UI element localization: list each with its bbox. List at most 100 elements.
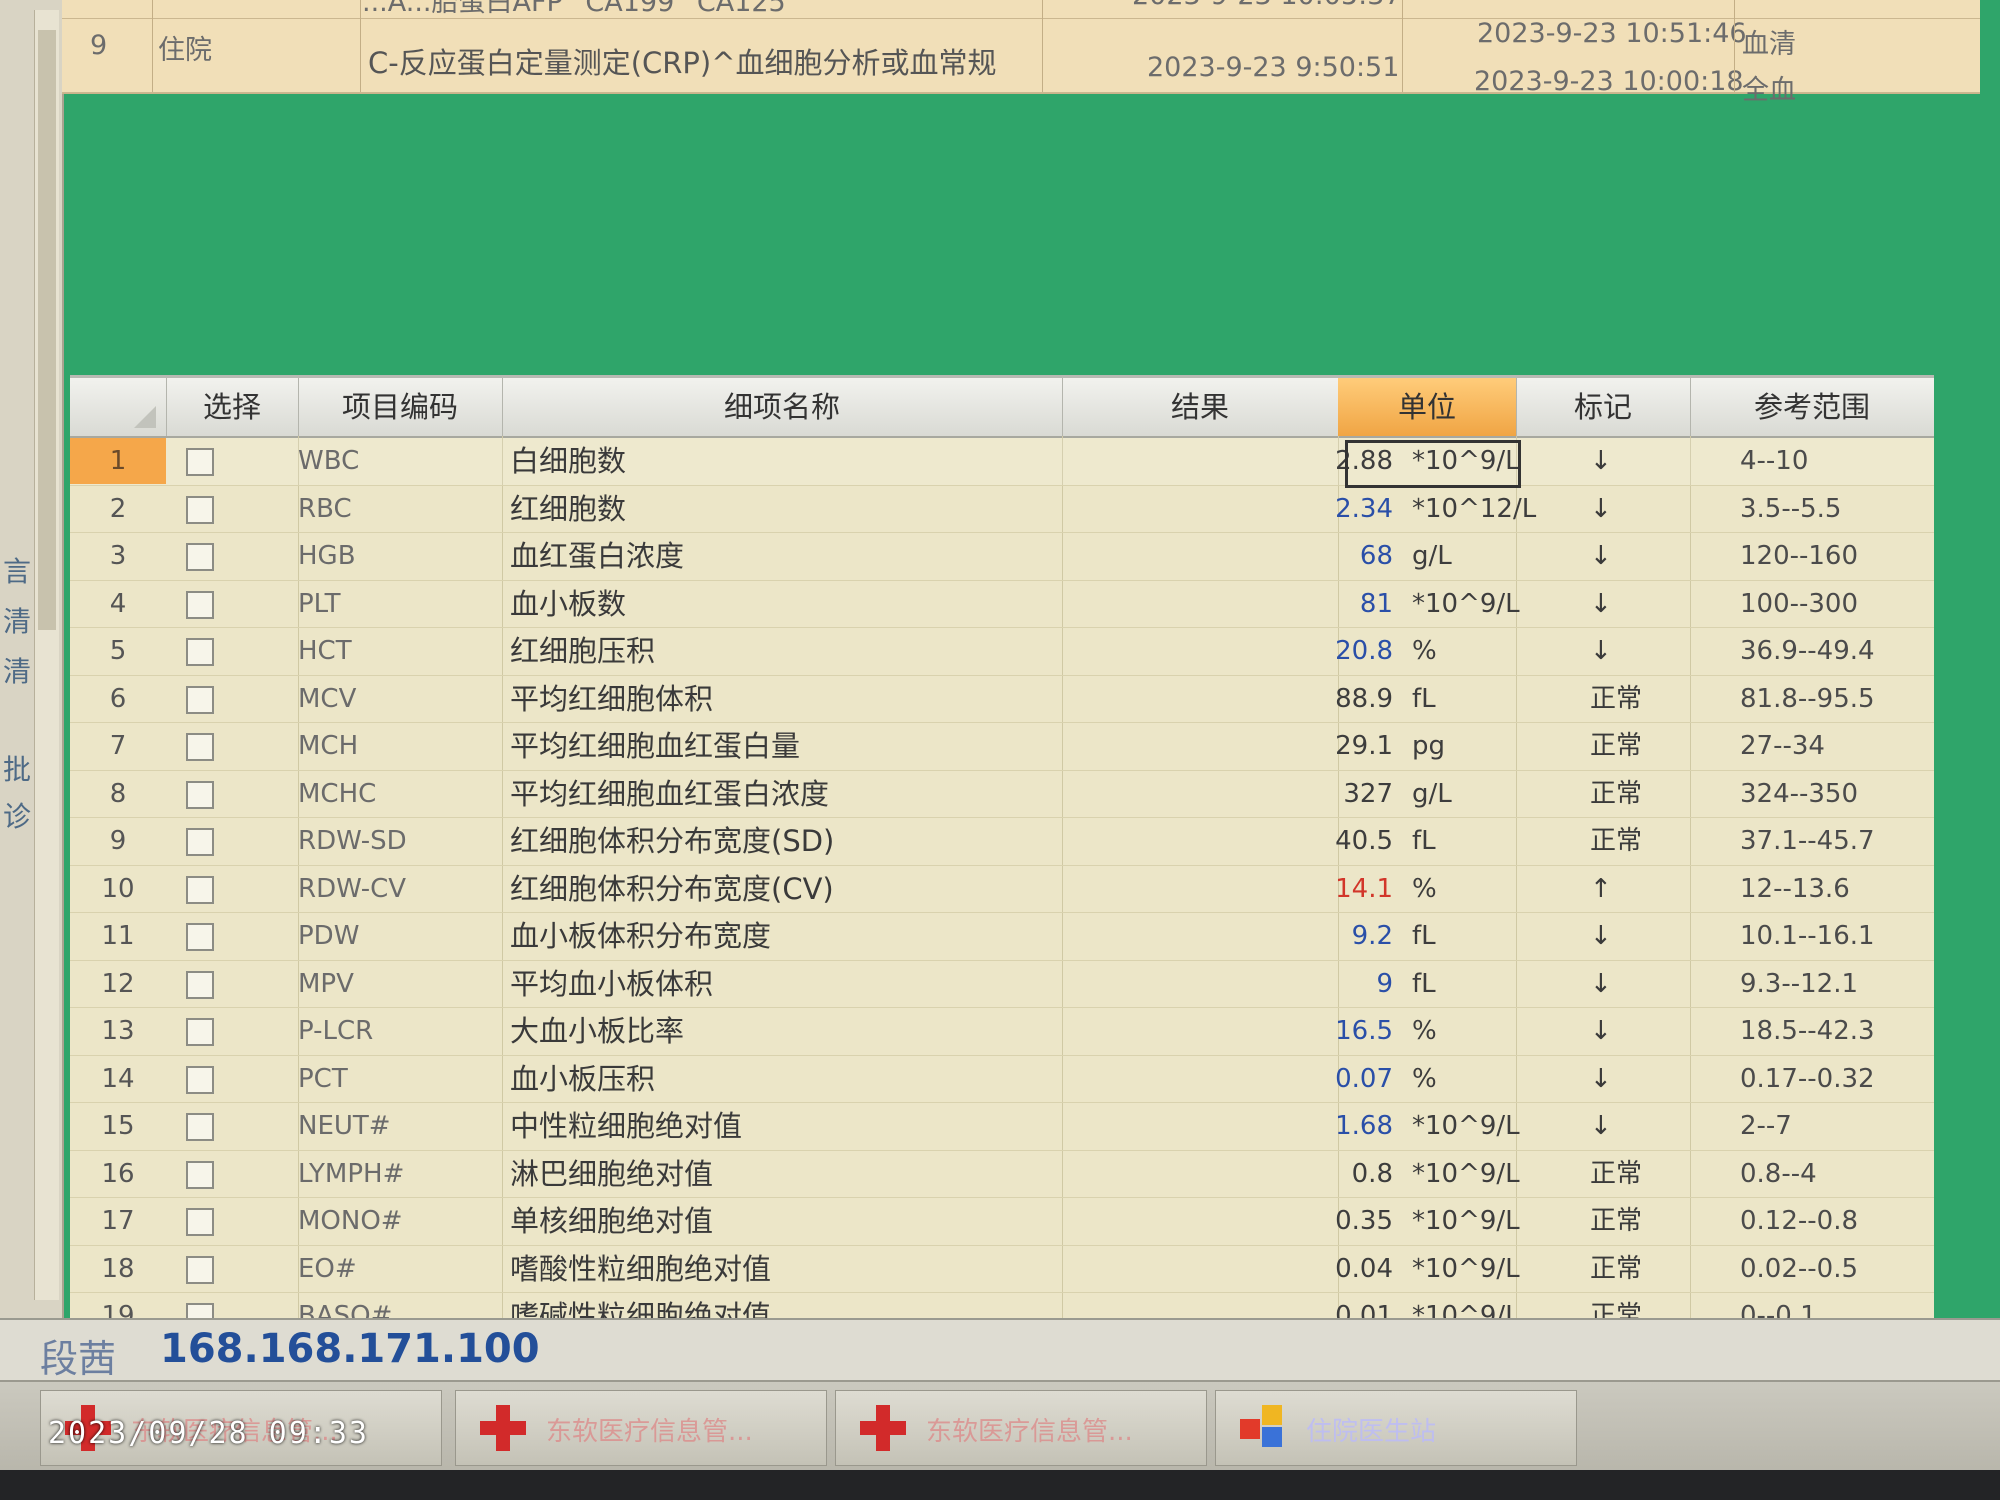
table-row[interactable]: 12 MPV 平均血小板体积 9 fL ↓ 9.3--12.1	[70, 961, 1934, 1008]
table-row[interactable]: 6 MCV 平均红细胞体积 88.9 fL 正常 81.8--95.5	[70, 676, 1934, 723]
unit-value: %	[1412, 1063, 1437, 1094]
result-value: 29.1	[1335, 731, 1393, 761]
table-row[interactable]: 15 NEUT# 中性粒细胞绝对值 1.68 *10^9/L ↓ 2--7	[70, 1103, 1934, 1151]
left-scrollbar[interactable]	[34, 10, 59, 1300]
taskbar-item[interactable]: 东软医疗信息管...	[835, 1390, 1207, 1466]
item-name: 红细胞数	[510, 491, 627, 526]
result-value: 68	[1359, 541, 1393, 571]
unit-value: *10^9/L	[1412, 1111, 1520, 1141]
table-row[interactable]: 13 P-LCR 大血小板比率 16.5% ↓ 18.5--42.3	[70, 1008, 1934, 1056]
checkbox[interactable]	[186, 495, 214, 524]
checkbox[interactable]	[186, 1065, 214, 1094]
checkbox[interactable]	[186, 1113, 214, 1141]
row-index: 15	[101, 1111, 135, 1141]
row-select[interactable]	[166, 676, 274, 722]
row-select[interactable]	[166, 1008, 274, 1054]
header-result[interactable]: 结果	[1062, 378, 1339, 436]
item-code: MONO#	[298, 1206, 403, 1236]
header-unit[interactable]: 单位	[1338, 378, 1517, 436]
taskbar-item[interactable]: 东软医疗信息管...	[455, 1390, 827, 1466]
table-row[interactable]: 16 LYMPH# 淋巴细胞绝对值 0.8 *10^9/L 正常 0.8--4	[70, 1151, 1934, 1198]
item-code: PDW	[298, 921, 360, 951]
checkbox[interactable]	[186, 970, 214, 999]
medical-cross-icon	[480, 1405, 526, 1451]
row-select[interactable]	[166, 581, 274, 627]
checkbox[interactable]	[186, 638, 214, 666]
checkbox[interactable]	[186, 543, 214, 571]
checkbox[interactable]	[186, 1018, 214, 1046]
row-select[interactable]	[166, 723, 274, 769]
row-select[interactable]	[166, 1056, 274, 1102]
row-select[interactable]	[166, 1246, 274, 1292]
table-row[interactable]: 2 RBC 红细胞数 2.34 *10^12/L ↓ 3.5--5.5	[70, 486, 1934, 533]
table-row[interactable]: 8 MCHC 平均红细胞血红蛋白浓度 327 g/L 正常 324--350	[70, 771, 1934, 818]
selected-cell-outline[interactable]	[1345, 440, 1521, 488]
table-row[interactable]: 7 MCH 平均红细胞血红蛋白量 29.1 pg 正常 27--34	[70, 723, 1934, 771]
header-flag[interactable]: 标记	[1516, 378, 1691, 436]
checkbox[interactable]	[186, 590, 214, 619]
row-select[interactable]	[166, 1151, 274, 1197]
checkbox[interactable]	[186, 1208, 214, 1236]
unit-value: fL	[1412, 921, 1436, 951]
item-code: RDW-SD	[298, 826, 407, 856]
checkbox[interactable]	[186, 685, 214, 714]
checkbox[interactable]	[186, 828, 214, 856]
row-select[interactable]	[166, 771, 274, 817]
item-name: 嗜碱性粒细胞绝对值	[510, 1299, 772, 1318]
table-row[interactable]: 3 HGB 血红蛋白浓度 68 g/L ↓ 120--160	[70, 533, 1934, 581]
scrollbar-thumb[interactable]	[38, 30, 56, 630]
row-select[interactable]	[166, 1293, 274, 1318]
checkbox[interactable]	[186, 1255, 214, 1284]
table-row[interactable]: 4 PLT 血小板数 81 *10^9/L ↓ 100--300	[70, 581, 1934, 628]
table-row[interactable]: 1 WBC 白细胞数 2.88 *10^9/L ↓ 4--10	[70, 438, 1934, 488]
row-select[interactable]	[166, 438, 274, 484]
taskbar-item[interactable]: 住院医生站	[1215, 1390, 1577, 1466]
grid-corner[interactable]	[70, 378, 167, 436]
item-name: 平均红细胞血红蛋白浓度	[510, 776, 830, 811]
header-code[interactable]: 项目编码	[298, 378, 503, 436]
checkbox[interactable]	[186, 923, 214, 951]
result-value: 20.8	[1335, 636, 1393, 666]
table-row[interactable]: 18 EO# 嗜酸性粒细胞绝对值 0.04 *10^9/L 正常 0.02--0.5	[70, 1246, 1934, 1293]
row-select[interactable]	[166, 1103, 274, 1149]
table-row[interactable]: 9 RDW-SD 红细胞体积分布宽度(SD) 40.5 fL 正常 37.1--45.7	[70, 818, 1934, 866]
order-row[interactable]: ...A...胎蛋白AFP^CA199^CA125 2023-9-23 10:0…	[62, 0, 1980, 19]
table-row[interactable]: 19 BASO# 嗜碱性粒细胞绝对值 0.01 *10^9/L 正常 0--0.1	[70, 1293, 1934, 1318]
row-select[interactable]	[166, 961, 274, 1007]
order-row-9[interactable]: 9 住院 C-反应蛋白定量测定(CRP)^血细胞分析或血常规 2023-9-23…	[62, 18, 1980, 106]
checkbox[interactable]	[186, 448, 214, 476]
flag-value: ↑	[1590, 873, 1612, 904]
header-name[interactable]: 细项名称	[502, 378, 1063, 436]
row-select[interactable]	[166, 533, 274, 579]
row-select[interactable]	[166, 866, 274, 912]
item-name: 红细胞压积	[510, 634, 656, 668]
table-row[interactable]: 17 MONO# 单核细胞绝对值 0.35 *10^9/L 正常 0.12--0.8	[70, 1198, 1934, 1246]
row-select[interactable]	[166, 628, 274, 674]
row-index: 3	[109, 541, 127, 571]
table-row[interactable]: 5 HCT 红细胞压积 20.8% ↓ 36.9--49.4	[70, 628, 1934, 676]
taskbar-label: 东软医疗信息管...	[546, 1417, 753, 1447]
order-index: 9	[90, 30, 108, 61]
table-row[interactable]: 11 PDW 血小板体积分布宽度 9.2 fL ↓ 10.1--16.1	[70, 913, 1934, 961]
checkbox[interactable]	[186, 1303, 214, 1318]
item-name: 红细胞体积分布宽度(CV)	[510, 871, 834, 906]
row-index: 19	[101, 1301, 135, 1318]
row-select[interactable]	[166, 913, 274, 959]
flag-value: ↓	[1590, 968, 1612, 999]
result-value: 0.01	[1335, 1301, 1393, 1318]
reference-range: 4--10	[1740, 446, 1809, 476]
table-row[interactable]: 10 RDW-CV 红细胞体积分布宽度(CV) 14.1% ↑ 12--13.6	[70, 866, 1934, 913]
checkbox[interactable]	[186, 1160, 214, 1189]
row-select[interactable]	[166, 818, 274, 864]
checkbox[interactable]	[186, 733, 214, 761]
header-select[interactable]: 选择	[166, 378, 299, 436]
row-select[interactable]	[166, 1198, 274, 1244]
checkbox[interactable]	[186, 875, 214, 904]
item-name: 嗜酸性粒细胞绝对值	[510, 1251, 772, 1286]
header-ref[interactable]: 参考范围	[1690, 378, 1934, 436]
flag-value: 正常	[1590, 1301, 1643, 1318]
table-row[interactable]: 14 PCT 血小板压积 0.07% ↓ 0.17--0.32	[70, 1056, 1934, 1103]
order-table: ...A...胎蛋白AFP^CA199^CA125 2023-9-23 10:0…	[62, 0, 1980, 106]
checkbox[interactable]	[186, 780, 214, 809]
row-select[interactable]	[166, 486, 274, 532]
